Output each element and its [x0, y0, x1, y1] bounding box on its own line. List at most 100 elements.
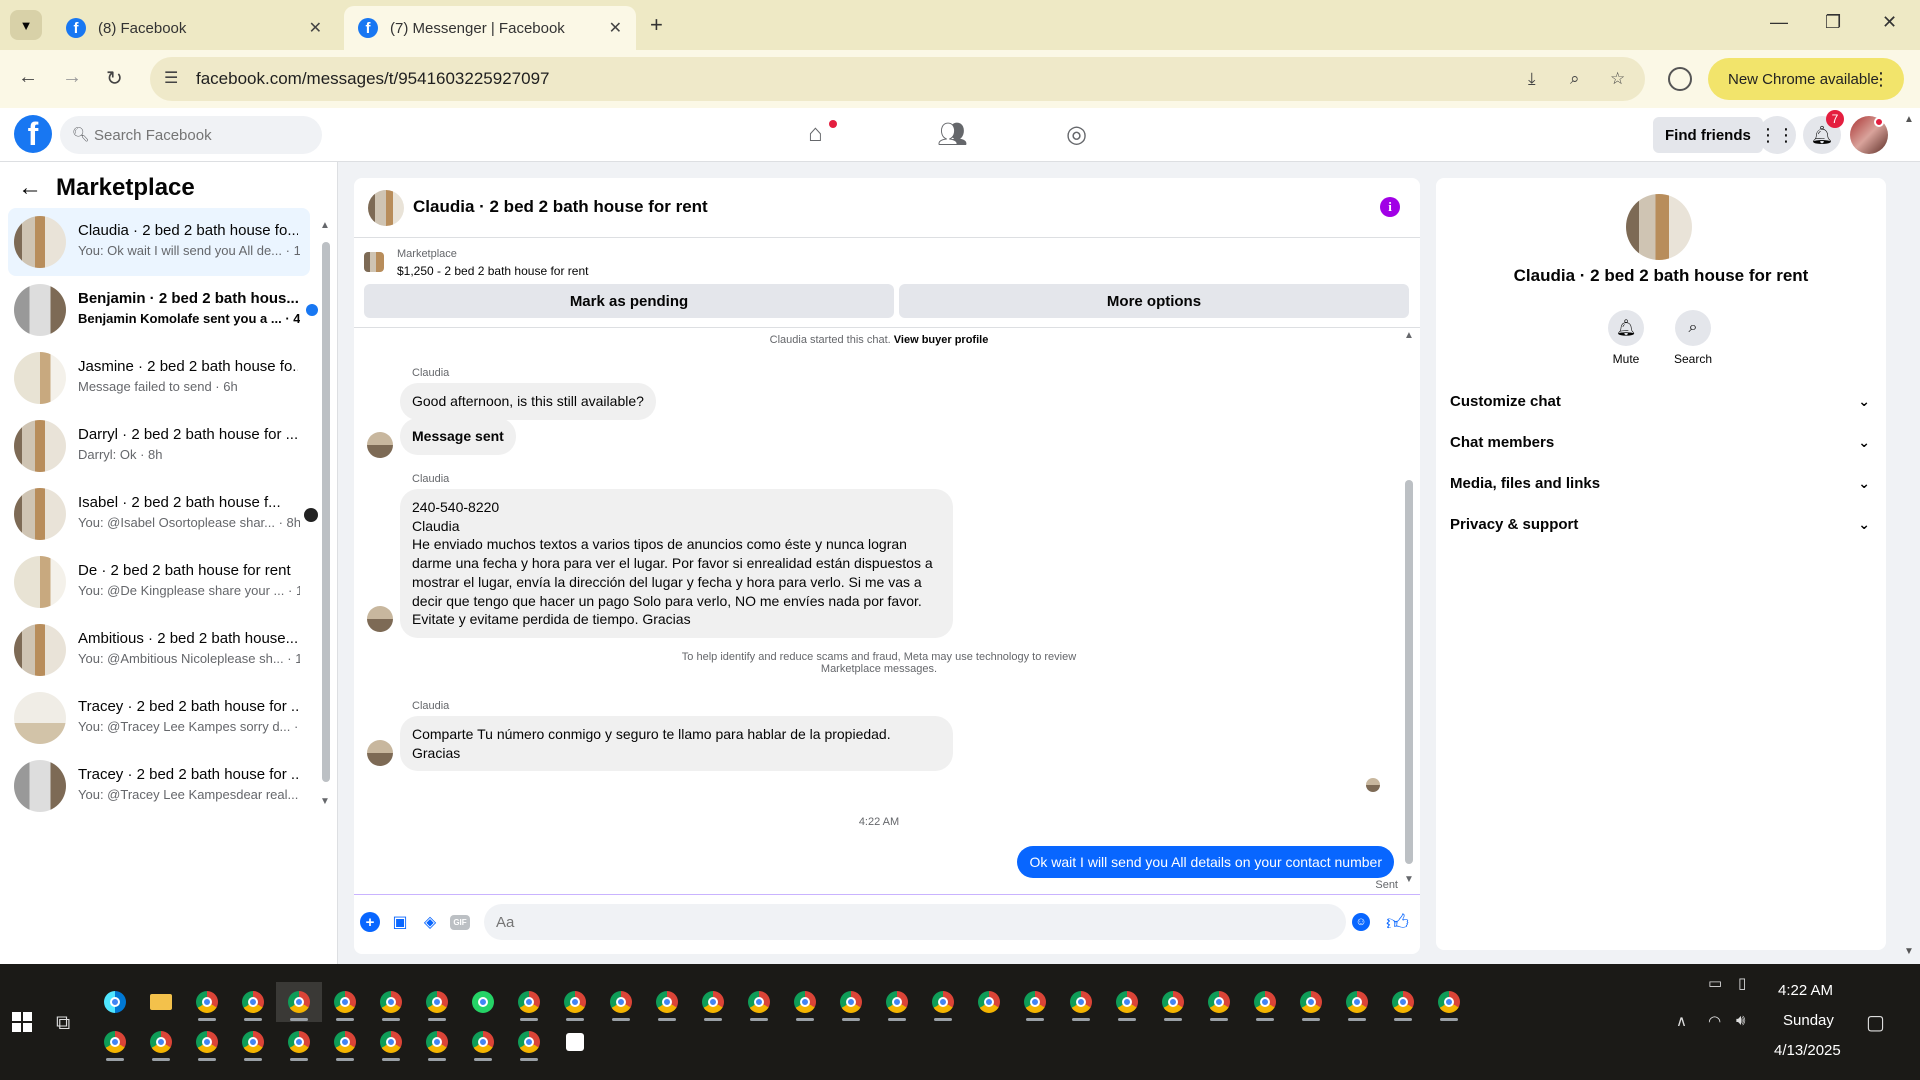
more-actions-plus-icon[interactable]: + [360, 912, 380, 932]
scroll-down-icon[interactable]: ▼ [320, 796, 330, 807]
chrome-taskbar-icon[interactable] [230, 982, 276, 1022]
new-chrome-available-button[interactable]: New Chrome available ⋮ [1708, 58, 1904, 100]
chrome-taskbar-icon[interactable] [322, 1022, 368, 1062]
chrome-taskbar-icon[interactable] [690, 982, 736, 1022]
emoji-icon[interactable]: ☺ [1352, 913, 1370, 931]
chrome-taskbar-icon[interactable] [414, 1022, 460, 1062]
chrome-taskbar-icon[interactable] [1058, 982, 1104, 1022]
media-files-links-section[interactable]: Media, files and links ⌄ [1450, 469, 1870, 497]
site-info-icon[interactable]: ☰ [164, 68, 178, 88]
close-window-button[interactable]: ✕ [1882, 12, 1897, 33]
gif-icon[interactable]: GIF [450, 915, 470, 930]
edge-taskbar-icon[interactable] [92, 982, 138, 1022]
scroll-up-icon[interactable]: ▲ [1904, 114, 1914, 125]
chrome-taskbar-icon[interactable] [966, 982, 1012, 1022]
back-arrow-icon[interactable]: ← [18, 174, 42, 202]
chat-list-item[interactable]: Benjamin · 2 bed 2 bath hous... Benjamin… [8, 276, 318, 344]
chrome-taskbar-icon[interactable] [414, 982, 460, 1022]
chrome-profile-icon[interactable] [1668, 67, 1692, 91]
chrome-taskbar-icon[interactable] [828, 982, 874, 1022]
incoming-message[interactable]: Comparte Tu número conmigo y seguro te l… [400, 716, 953, 772]
conversation-title[interactable]: Claudia · 2 bed 2 bath house for rent [413, 197, 708, 217]
forward-button[interactable]: → [62, 66, 82, 89]
chrome-taskbar-icon[interactable] [1242, 982, 1288, 1022]
mark-as-pending-button[interactable]: Mark as pending [364, 284, 894, 318]
chrome-taskbar-icon[interactable] [1104, 982, 1150, 1022]
chrome-taskbar-icon[interactable] [736, 982, 782, 1022]
menu-grid-icon[interactable]: ⋮⋮ [1758, 116, 1796, 154]
battery-icon[interactable]: ▯ [1738, 974, 1746, 992]
privacy-support-section[interactable]: Privacy & support ⌄ [1450, 510, 1870, 538]
tab-facebook[interactable]: f (8) Facebook ✕ [52, 6, 336, 50]
facebook-logo-icon[interactable]: f [14, 115, 52, 153]
clock-date[interactable]: 4/13/2025 [1774, 1042, 1841, 1059]
chrome-taskbar-icon[interactable] [184, 982, 230, 1022]
chat-list-item[interactable]: Tracey · 2 bed 2 bath house for ... You:… [8, 684, 310, 752]
reload-button[interactable]: ↻ [106, 66, 123, 91]
incoming-message[interactable]: Message sent [400, 418, 516, 455]
scroll-up-icon[interactable]: ▲ [320, 220, 330, 231]
scrollbar-thumb[interactable] [1405, 480, 1413, 864]
chrome-taskbar-icon[interactable] [184, 1022, 230, 1062]
chat-list-item[interactable]: Darryl · 2 bed 2 bath house for ... Darr… [8, 412, 310, 480]
sender-avatar[interactable] [367, 606, 393, 632]
chat-list-item[interactable]: Tracey · 2 bed 2 bath house for ... You:… [8, 752, 310, 820]
chat-list-item[interactable]: Claudia · 2 bed 2 bath house fo... You: … [8, 208, 310, 276]
close-tab-icon[interactable]: ✕ [309, 18, 322, 38]
chrome-taskbar-icon[interactable] [506, 982, 552, 1022]
chrome-taskbar-icon[interactable] [138, 1022, 184, 1062]
incoming-message[interactable]: Good afternoon, is this still available? [400, 383, 656, 420]
customize-chat-section[interactable]: Customize chat ⌄ [1450, 387, 1870, 415]
minimize-window-button[interactable]: — [1770, 12, 1788, 33]
install-app-icon[interactable]: ⤓ [1528, 69, 1536, 89]
chrome-taskbar-icon[interactable] [644, 982, 690, 1022]
tab-search-button[interactable]: ▼ [10, 10, 42, 40]
address-bar[interactable]: ☰ facebook.com/messages/t/95416032259270… [150, 57, 1645, 101]
windows-start-icon[interactable] [12, 1012, 32, 1032]
wifi-icon[interactable]: ◠ [1708, 1012, 1721, 1030]
task-view-icon[interactable]: ⧉ [56, 1012, 70, 1035]
chrome-taskbar-icon[interactable] [1380, 982, 1426, 1022]
meet-now-icon[interactable]: ▭ [1708, 974, 1722, 992]
show-hidden-icons-chevron-icon[interactable]: ∧ [1676, 1012, 1687, 1030]
facebook-search[interactable]: 🔍︎ [60, 116, 322, 154]
message-input[interactable] [484, 904, 1346, 940]
attach-image-icon[interactable]: ▣ [390, 912, 410, 932]
chrome-taskbar-icon[interactable] [1426, 982, 1472, 1022]
notification-center-icon[interactable]: ▢ [1866, 1010, 1885, 1035]
friends-nav-icon[interactable]: 👥︎ [937, 120, 967, 149]
view-buyer-profile-link[interactable]: View buyer profile [894, 334, 989, 346]
chrome-taskbar-icon[interactable] [276, 982, 322, 1022]
scroll-down-icon[interactable]: ▼ [1904, 946, 1914, 957]
chrome-taskbar-icon[interactable] [1288, 982, 1334, 1022]
thumbs-up-icon[interactable]: 👍︎ [1386, 909, 1409, 936]
volume-icon[interactable]: 🔊︎ [1736, 1012, 1745, 1029]
zoom-icon[interactable]: ⌕ [1570, 69, 1580, 89]
conversation-scrollbar[interactable]: ▲ ▼ [1404, 330, 1414, 890]
bookmark-star-icon[interactable]: ☆ [1610, 69, 1625, 89]
chrome-taskbar-icon[interactable] [230, 1022, 276, 1062]
chat-list-item[interactable]: Jasmine · 2 bed 2 bath house fo... Messa… [8, 344, 310, 412]
new-tab-button[interactable]: + [650, 12, 663, 38]
chrome-taskbar-icon[interactable] [782, 982, 828, 1022]
sender-avatar[interactable] [367, 740, 393, 766]
scroll-up-icon[interactable]: ▲ [1404, 330, 1414, 341]
chat-list-scrollbar[interactable]: ▲ ▼ [320, 220, 330, 807]
chat-members-section[interactable]: Chat members ⌄ [1450, 428, 1870, 456]
back-button[interactable]: ← [18, 66, 38, 89]
snipping-tool-taskbar-icon[interactable] [552, 1022, 598, 1062]
conversation-avatar[interactable] [1626, 194, 1692, 260]
clock-time[interactable]: 4:22 AM [1778, 982, 1833, 999]
file-explorer-taskbar-icon[interactable] [138, 982, 184, 1022]
chrome-taskbar-icon[interactable] [1012, 982, 1058, 1022]
chrome-taskbar-icon[interactable] [322, 982, 368, 1022]
chrome-taskbar-icon[interactable] [1150, 982, 1196, 1022]
chrome-taskbar-icon[interactable] [276, 1022, 322, 1062]
outgoing-message[interactable]: Ok wait I will send you All details on y… [1017, 846, 1394, 878]
info-icon[interactable]: i [1380, 197, 1400, 217]
chrome-taskbar-icon[interactable] [506, 1022, 552, 1062]
chat-list-item[interactable]: Isabel · 2 bed 2 bath house f... You: @I… [8, 480, 318, 548]
restore-window-button[interactable]: ❐ [1825, 12, 1841, 33]
groups-nav-icon[interactable]: ◎ [1066, 120, 1087, 149]
page-scrollbar[interactable]: ▲ ▼ [1902, 110, 1916, 962]
